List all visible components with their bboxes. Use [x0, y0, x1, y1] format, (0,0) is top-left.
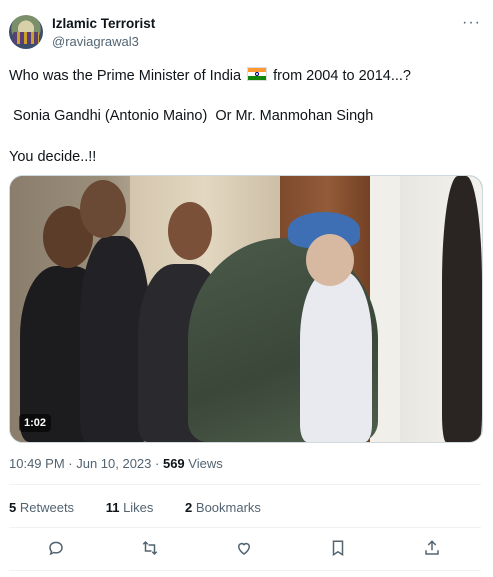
person-white-kurta: [300, 271, 372, 442]
tweet-stats: 5 Retweets 11 Likes 2 Bookmarks: [9, 500, 289, 515]
person-suit-head: [168, 202, 212, 260]
bookmark-icon[interactable]: [329, 539, 351, 561]
divider: [9, 527, 481, 528]
views-label: Views: [188, 456, 223, 471]
india-flag-icon: [247, 67, 268, 81]
tweet-time[interactable]: 10:49 PM: [9, 456, 65, 471]
video-player[interactable]: 1:02: [9, 175, 483, 443]
tweet-text-part: from 2004 to 2014...?: [269, 68, 411, 84]
bookmarks-stat[interactable]: 2 Bookmarks: [185, 500, 275, 515]
divider: [9, 484, 481, 485]
person-turban-face: [306, 234, 354, 286]
author-name[interactable]: Izlamic Terrorist: [52, 16, 155, 31]
divider: [9, 570, 481, 571]
retweet-icon[interactable]: [141, 539, 163, 561]
person-second-head: [80, 180, 126, 238]
tweet-text-line-2: Sonia Gandhi (Antonio Maino) Or Mr. Manm…: [9, 108, 374, 124]
author-handle[interactable]: @raviagrawal3: [52, 34, 139, 49]
tweet-date[interactable]: Jun 10, 2023: [76, 456, 151, 471]
more-icon[interactable]: ···: [462, 14, 481, 32]
retweets-stat[interactable]: 5 Retweets: [9, 500, 88, 515]
views-count: 569: [162, 456, 185, 471]
tweet-text-line-3: You decide..!!: [9, 149, 97, 165]
likes-stat[interactable]: 11 Likes: [106, 500, 168, 515]
reply-icon[interactable]: [47, 539, 69, 561]
tweet-meta: 10:49 PM · Jun 10, 2023 · 569 Views: [9, 456, 223, 471]
avatar[interactable]: [9, 15, 43, 49]
tweet-text-part: Who was the Prime Minister of India: [9, 68, 246, 84]
person-right-edge: [442, 176, 482, 442]
like-icon[interactable]: [235, 539, 257, 561]
video-duration-badge: 1:02: [19, 414, 52, 432]
tweet-text-line-1: Who was the Prime Minister of India from…: [9, 67, 411, 85]
share-icon[interactable]: [423, 539, 445, 561]
